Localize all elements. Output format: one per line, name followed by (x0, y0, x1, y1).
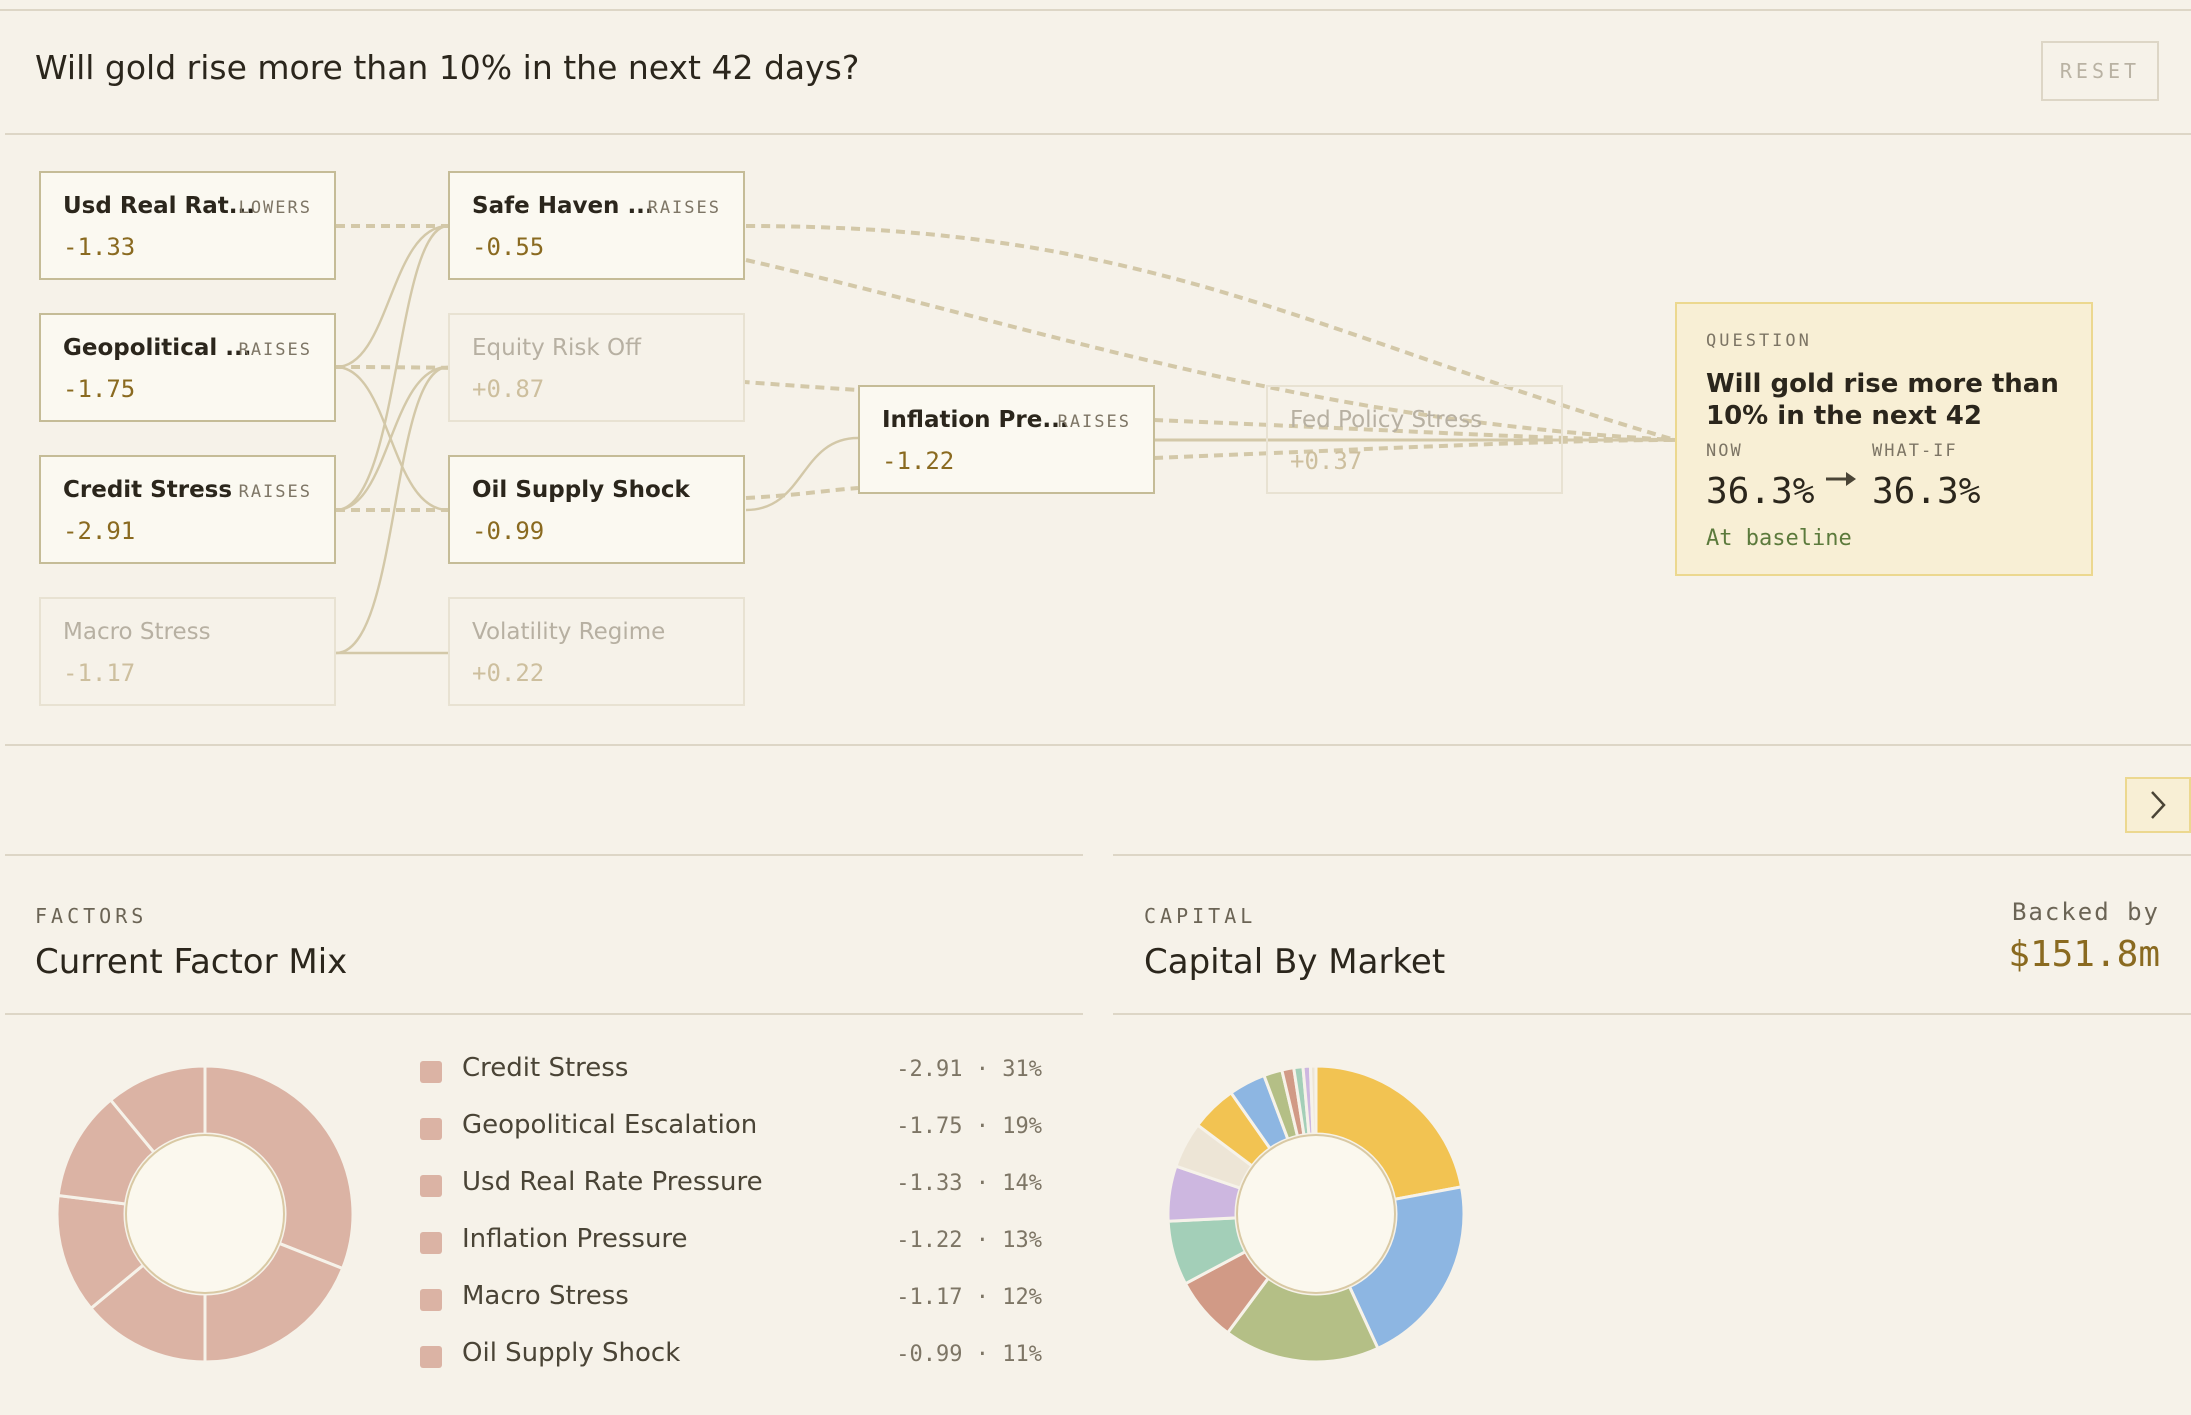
whatif-label: WHAT-IF (1872, 441, 1958, 461)
legend-label: Credit Stress (462, 1053, 629, 1083)
legend-item: Inflation Pressure -1.22 · 13% (420, 1222, 1042, 1262)
node-value: -1.33 (63, 233, 136, 261)
node-direction: RAISES (238, 482, 312, 502)
capital-donut-center (1236, 1134, 1396, 1294)
legend-swatch (420, 1175, 442, 1197)
legend-share: 12% (1002, 1285, 1042, 1310)
whatif-value: 36.3% (1872, 471, 1981, 512)
legend-share: 19% (1002, 1114, 1042, 1139)
node-credit-stress[interactable]: Credit Stress RAISES -2.91 (39, 455, 336, 564)
node-direction: RAISES (647, 198, 721, 218)
question-label: QUESTION (1706, 331, 1812, 351)
legend-swatch (420, 1061, 442, 1083)
capital-header-divider (1113, 1013, 2191, 1015)
legend-value: -1.75 (896, 1114, 963, 1139)
node-direction: RAISES (238, 340, 312, 360)
legend-swatch (420, 1118, 442, 1140)
node-value: -0.55 (472, 233, 545, 261)
node-value: -1.17 (63, 659, 136, 687)
legend-share: 31% (1002, 1057, 1042, 1082)
legend-item: Oil Supply Shock -0.99 · 11% (420, 1336, 1042, 1376)
graph-divider (5, 744, 2191, 746)
node-label: Usd Real Rat... (63, 193, 255, 219)
factors-top-border (5, 854, 1083, 856)
legend-label: Macro Stress (462, 1281, 629, 1311)
legend-swatch (420, 1232, 442, 1254)
next-button[interactable] (2125, 777, 2191, 833)
capital-section-label: CAPITAL (1144, 904, 1257, 928)
node-value: -1.75 (63, 375, 136, 403)
question-card[interactable]: QUESTION Will gold rise more than 10% in… (1675, 302, 2093, 576)
node-label: Inflation Pre... (882, 407, 1069, 433)
node-value: +0.87 (472, 375, 545, 403)
node-direction: LOWERS (238, 198, 312, 218)
node-label: Volatility Regime (472, 619, 666, 645)
legend-share: 13% (1002, 1228, 1042, 1253)
node-value: -2.91 (63, 517, 136, 545)
arrow-right-icon (1826, 472, 1856, 486)
legend-label: Usd Real Rate Pressure (462, 1167, 763, 1197)
node-volatility-regime[interactable]: Volatility Regime +0.22 (448, 597, 745, 706)
legend-value: -0.99 (896, 1342, 963, 1367)
backed-by-label: Backed by (2011, 898, 2160, 926)
factors-title: Current Factor Mix (35, 942, 348, 982)
legend-item: Geopolitical Escalation -1.75 · 19% (420, 1108, 1042, 1148)
legend-item: Credit Stress -2.91 · 31% (420, 1051, 1042, 1091)
legend-swatch (420, 1346, 442, 1368)
capital-donut-chart (1166, 1064, 1466, 1364)
backed-by-value: $151.8m (2008, 934, 2160, 975)
capital-donut-slice[interactable] (1308, 1064, 1318, 1136)
node-geopolitical[interactable]: Geopolitical ... RAISES -1.75 (39, 313, 336, 422)
capital-title: Capital By Market (1144, 942, 1446, 982)
legend-item: Usd Real Rate Pressure -1.33 · 14% (420, 1165, 1042, 1205)
edge-oil-infl (745, 436, 859, 512)
node-value: -0.99 (472, 517, 545, 545)
now-value: 36.3% (1706, 471, 1815, 512)
node-value: +0.22 (472, 659, 545, 687)
factors-header-divider (5, 1013, 1083, 1015)
legend-swatch (420, 1289, 442, 1311)
legend-label: Oil Supply Shock (462, 1338, 681, 1368)
legend-value: -1.33 (896, 1171, 963, 1196)
legend-label: Inflation Pressure (462, 1224, 688, 1254)
node-label: Macro Stress (63, 619, 211, 645)
node-fed-policy-stress[interactable]: Fed Policy Stress +0.37 (1266, 385, 1563, 494)
node-usd-real-rate[interactable]: Usd Real Rat... LOWERS -1.33 (39, 171, 336, 280)
node-label: Geopolitical ... (63, 335, 252, 361)
legend-item: Macro Stress -1.17 · 12% (420, 1279, 1042, 1319)
chevron-right-icon (2151, 791, 2166, 819)
question-text: Will gold rise more than 10% in the next… (1706, 369, 2059, 424)
now-label: NOW (1706, 441, 1743, 461)
node-safe-haven[interactable]: Safe Haven ... RAISES -0.55 (448, 171, 745, 280)
node-label: Oil Supply Shock (472, 477, 690, 503)
node-value: -1.22 (882, 447, 955, 475)
legend-label: Geopolitical Escalation (462, 1110, 758, 1140)
legend-value: -1.22 (896, 1228, 963, 1253)
edge-oil-infl-dashed (745, 486, 859, 500)
legend-share: 11% (1002, 1342, 1042, 1367)
node-direction: RAISES (1057, 412, 1131, 432)
node-label: Equity Risk Off (472, 335, 641, 361)
node-oil-supply-shock[interactable]: Oil Supply Shock -0.99 (448, 455, 745, 564)
legend-value: -1.17 (896, 1285, 963, 1310)
factor-donut-center (125, 1134, 285, 1294)
node-label: Credit Stress (63, 477, 233, 503)
node-inflation-pressure[interactable]: Inflation Pre... RAISES -1.22 (858, 385, 1155, 494)
baseline-status: At baseline (1706, 526, 1852, 551)
capital-top-border (1113, 854, 2191, 856)
node-value: +0.37 (1290, 447, 1363, 475)
factors-section-label: FACTORS (35, 904, 148, 928)
legend-value: -2.91 (896, 1057, 963, 1082)
node-label: Fed Policy Stress (1290, 407, 1483, 433)
node-equity-risk-off[interactable]: Equity Risk Off +0.87 (448, 313, 745, 422)
edge-geo-safe (335, 224, 449, 369)
factor-donut-chart (55, 1064, 355, 1364)
node-macro-stress[interactable]: Macro Stress -1.17 (39, 597, 336, 706)
node-label: Safe Haven ... (472, 193, 654, 219)
legend-share: 14% (1002, 1171, 1042, 1196)
